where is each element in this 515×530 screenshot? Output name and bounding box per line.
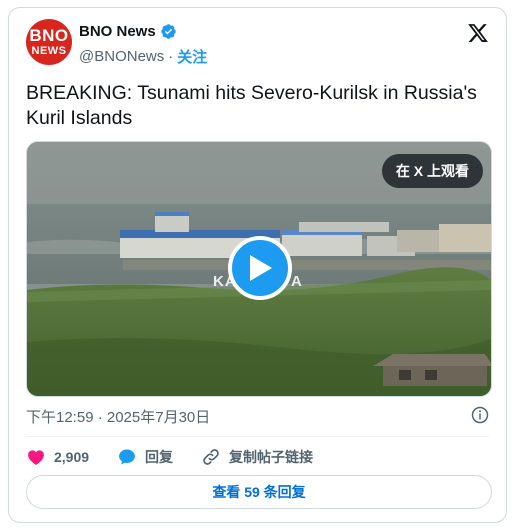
separator: ·: [168, 48, 174, 65]
tweet-card: BNO NEWS BNO News @BNONews · 关注 BREAKING…: [8, 7, 507, 523]
link-icon: [201, 447, 221, 467]
info-icon[interactable]: [471, 406, 489, 424]
avatar[interactable]: BNO NEWS: [26, 19, 72, 65]
video-overlay-text-right: A: [291, 273, 303, 290]
tweet-text: BREAKING: Tsunami hits Severo-Kurilsk in…: [26, 82, 477, 129]
heart-icon: [26, 447, 46, 467]
reply-label: 回复: [145, 449, 174, 465]
play-button[interactable]: [228, 236, 292, 300]
x-logo-icon[interactable]: [467, 22, 489, 44]
author-name-row: BNO News: [79, 23, 177, 40]
view-replies-button[interactable]: 查看 59 条回复: [26, 475, 492, 509]
display-name[interactable]: BNO News: [79, 23, 156, 40]
copy-link-label: 复制帖子链接: [229, 449, 314, 465]
speech-bubble-icon: [117, 447, 137, 467]
like-count: 2,909: [54, 449, 90, 465]
copy-link-button[interactable]: 复制帖子链接: [201, 447, 313, 467]
handle-row: @BNONews · 关注: [79, 46, 207, 67]
action-bar: 2,909 回复 复制帖子链接: [26, 445, 341, 469]
avatar-text-top: BNO: [29, 25, 69, 45]
handle[interactable]: @BNONews: [79, 48, 164, 65]
divider: [26, 436, 489, 437]
verified-badge-icon: [160, 23, 177, 40]
video-player[interactable]: KA A 在 X 上观看: [26, 141, 492, 397]
play-icon: [250, 255, 272, 281]
like-button[interactable]: 2,909: [26, 447, 89, 467]
avatar-text-bottom: NEWS: [31, 44, 67, 57]
reply-button[interactable]: 回复: [117, 447, 173, 467]
watch-on-x-button[interactable]: 在 X 上观看: [381, 154, 483, 188]
timestamp[interactable]: 下午12:59 · 2025年7月30日: [26, 406, 210, 427]
follow-button[interactable]: 关注: [177, 46, 207, 67]
